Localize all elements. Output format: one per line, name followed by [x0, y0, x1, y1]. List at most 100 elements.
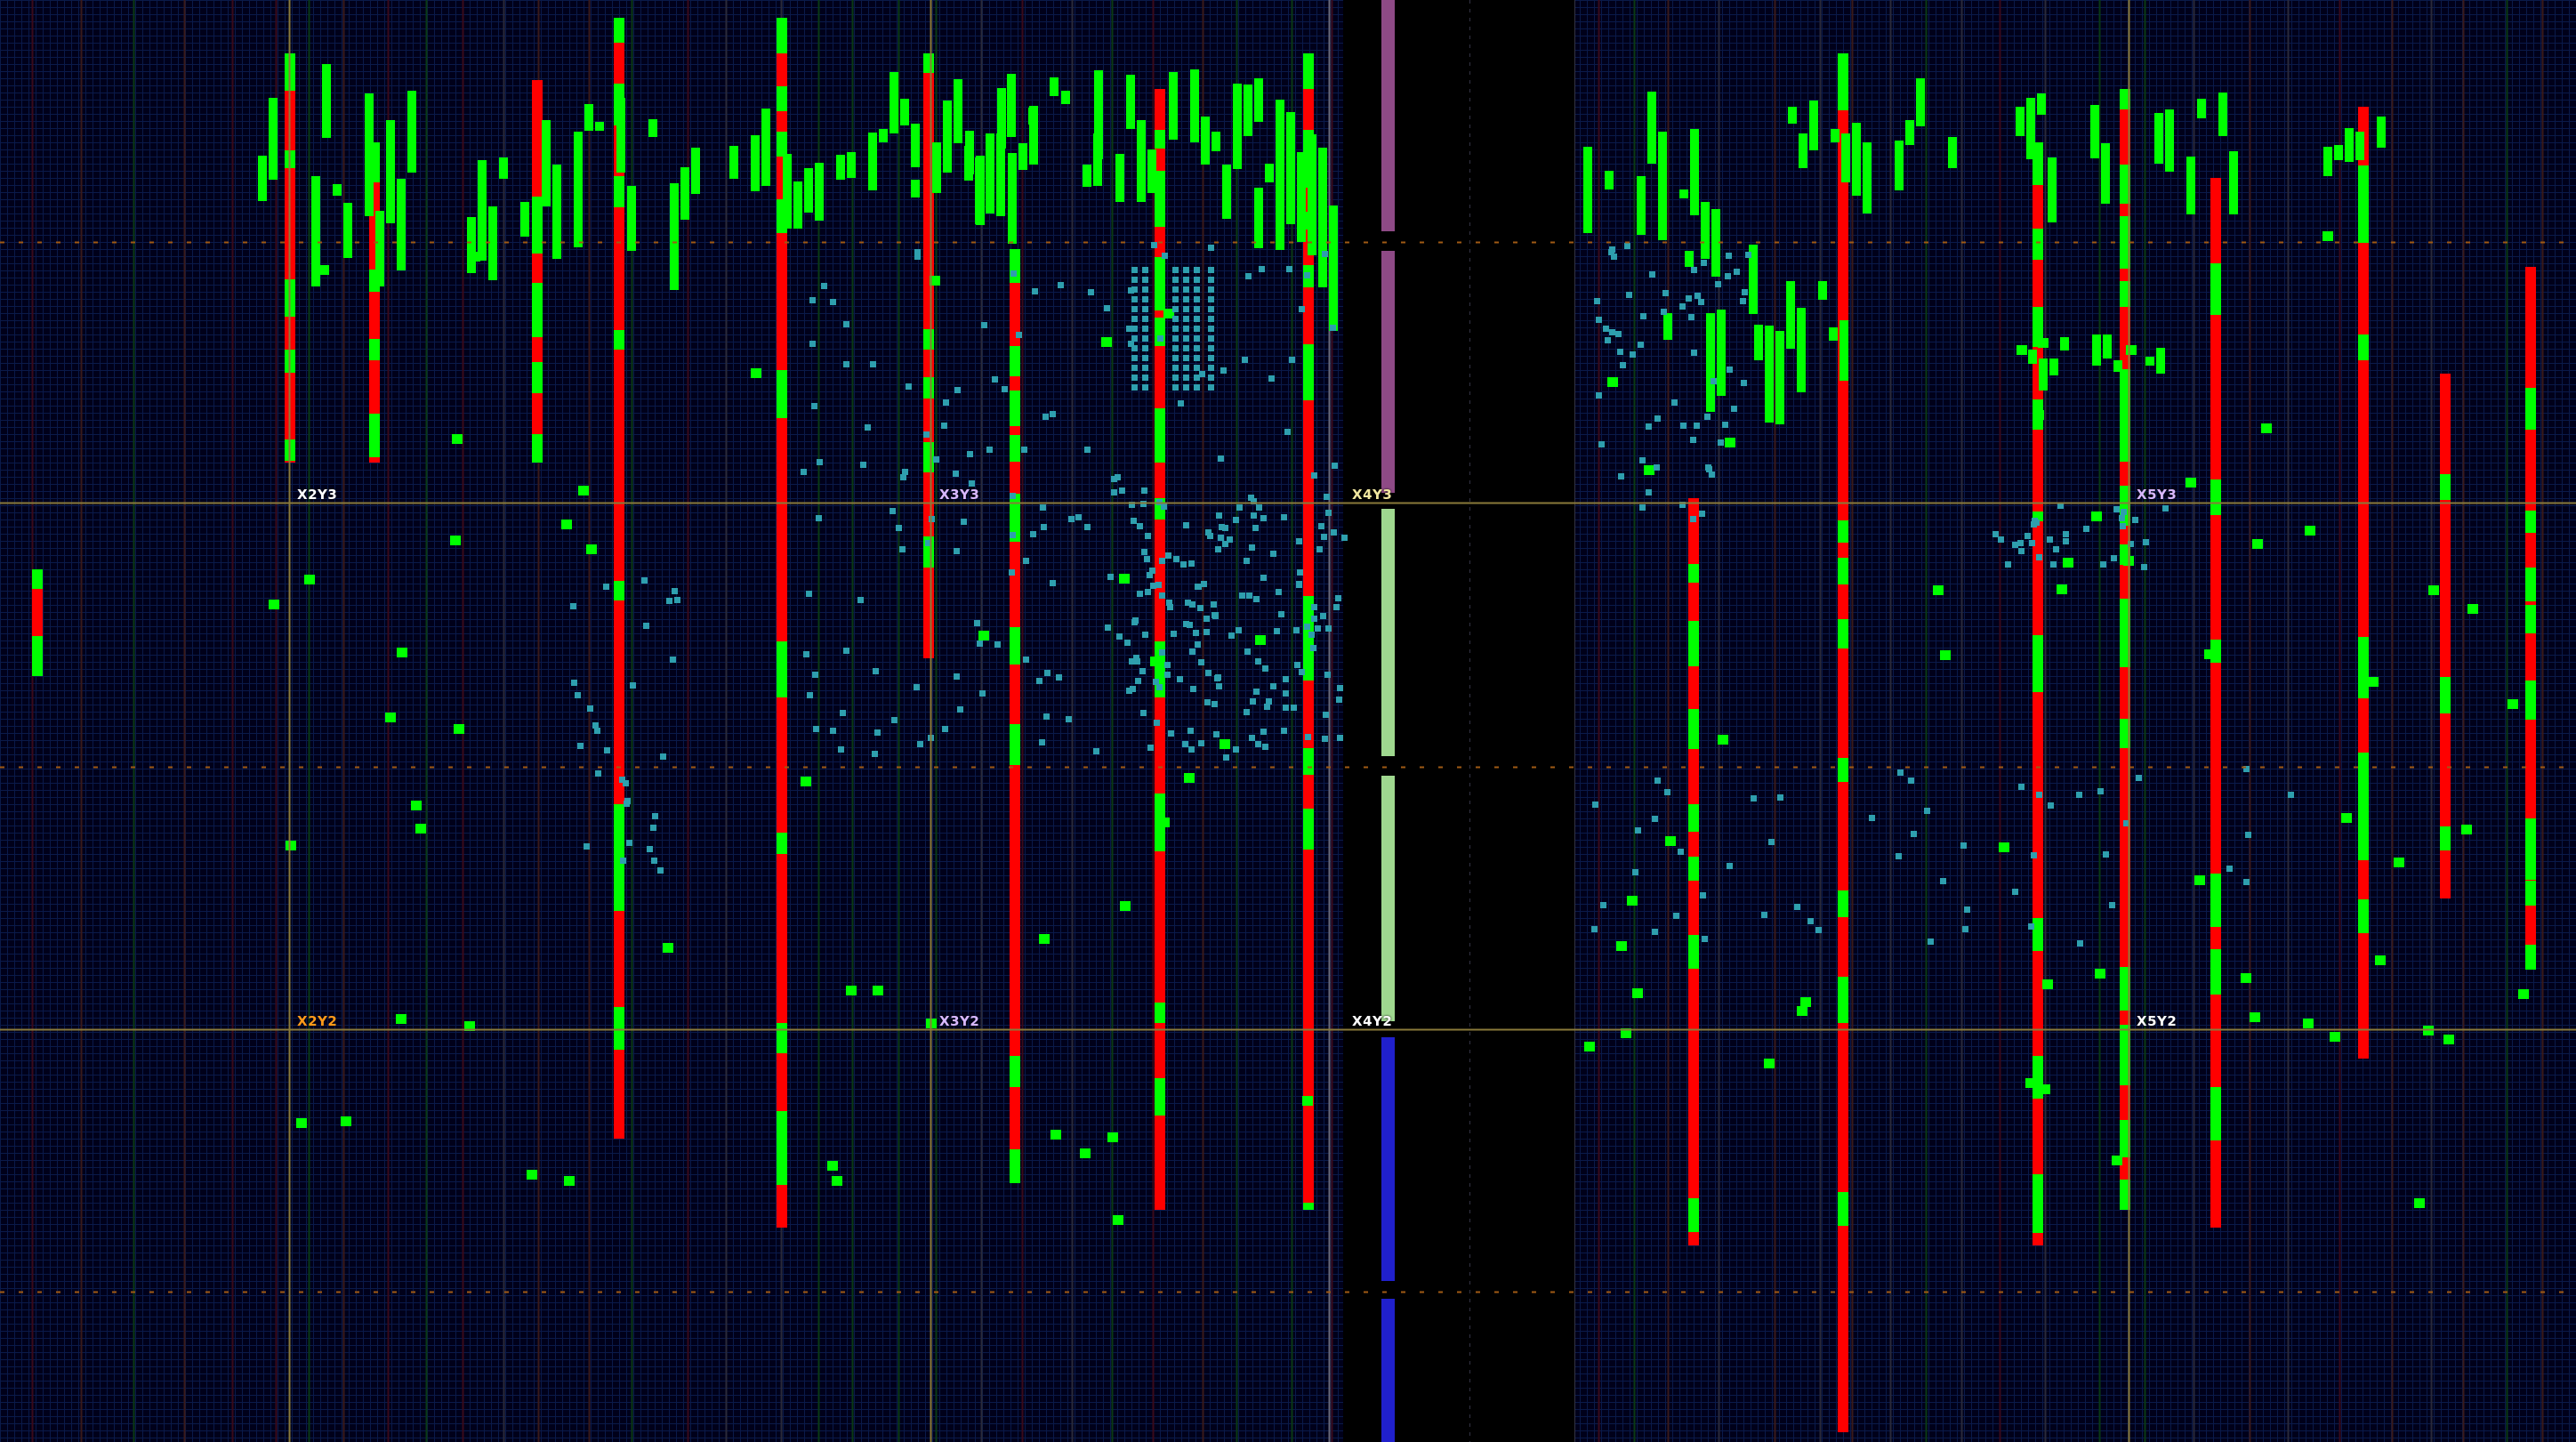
placed-logic-segment	[2440, 826, 2451, 850]
placed-ff-cell	[1084, 447, 1091, 453]
placed-ff-cell	[651, 858, 657, 864]
placed-logic-segment	[777, 833, 787, 854]
placed-ff-cell	[1183, 345, 1189, 351]
placed-ff-cell	[900, 474, 906, 480]
placed-ff-cell	[1270, 551, 1276, 557]
placed-ff-cell	[1195, 584, 1202, 590]
placed-logic-block	[2229, 151, 2238, 214]
placed-logic-segment	[777, 1023, 787, 1053]
placed-ff-cell	[1638, 342, 1644, 348]
placed-logic-block	[2101, 143, 2110, 204]
placed-logic-block	[1658, 132, 1667, 240]
placed-ff-cell	[1924, 808, 1930, 814]
placed-ff-cell	[577, 743, 584, 749]
placed-ff-cell	[1245, 273, 1252, 279]
placed-logic-cell	[2508, 699, 2518, 709]
placed-logic-block	[627, 186, 636, 251]
placed-ff-cell	[1654, 777, 1661, 784]
placed-ff-cell	[874, 729, 881, 736]
placed-ff-cell	[2076, 792, 2082, 798]
placed-ff-cell	[2120, 523, 2126, 529]
placed-ff-cell	[1725, 273, 1731, 279]
placed-logic-block	[1222, 165, 1231, 219]
placed-ff-cell	[1131, 518, 1137, 524]
placed-ff-cell	[954, 387, 961, 393]
placed-logic-cell	[2428, 585, 2439, 595]
placed-ff-cell	[1705, 464, 1711, 471]
placed-ff-cell	[1255, 658, 1261, 665]
placed-logic-cell	[1184, 773, 1195, 783]
placed-ff-cell	[1141, 549, 1147, 555]
placed-ff-cell	[1998, 536, 2004, 543]
placed-ff-cell	[1649, 271, 1655, 278]
placed-ff-cell	[1183, 267, 1189, 273]
placed-logic-segment	[2440, 677, 2451, 713]
placed-ff-cell	[1141, 487, 1147, 494]
placed-ff-cell	[1283, 705, 1289, 711]
placed-logic-cell	[2305, 526, 2315, 536]
placed-ff-cell	[1208, 326, 1214, 332]
placed-ff-cell	[2141, 564, 2147, 570]
placed-logic-cell	[1051, 1130, 1061, 1140]
placed-ff-cell	[2053, 546, 2059, 552]
placed-ff-cell	[1183, 296, 1189, 302]
placed-ff-cell	[1147, 745, 1154, 751]
placed-ff-cell	[1276, 589, 1282, 595]
placed-logic-block	[976, 156, 985, 225]
placed-logic-block	[520, 202, 529, 237]
placed-ff-cell	[1646, 489, 1652, 495]
placed-logic-block	[2334, 145, 2343, 160]
placed-logic-segment	[32, 569, 43, 589]
placed-ff-cell	[1244, 648, 1251, 655]
fabric-canvas[interactable]	[0, 0, 2576, 1442]
placed-ff-cell	[1731, 406, 1737, 412]
placed-ff-cell	[1198, 740, 1204, 746]
placed-logic-cell	[318, 265, 329, 275]
placed-ff-cell	[1291, 705, 1297, 711]
placed-ff-cell	[594, 728, 600, 734]
placed-ff-cell	[1142, 365, 1148, 371]
placed-ff-cell	[1690, 516, 1696, 522]
placed-logic-block	[1029, 106, 1038, 165]
placed-logic-cell	[832, 1176, 842, 1186]
placed-ff-cell	[1208, 277, 1214, 283]
critical-path-column	[2210, 178, 2221, 1228]
placed-ff-cell	[1194, 365, 1200, 371]
placed-logic-block	[1818, 281, 1827, 300]
placed-ff-cell	[2132, 517, 2138, 523]
placed-ff-cell	[1172, 355, 1179, 361]
placed-ff-cell	[1304, 624, 1310, 630]
placed-ff-cell	[1115, 474, 1121, 480]
placed-ff-cell	[1745, 252, 1751, 258]
placed-ff-cell	[1335, 595, 1341, 601]
placed-ff-cell	[2031, 521, 2037, 528]
placed-ff-cell	[1142, 267, 1148, 273]
placed-logic-cell	[846, 986, 857, 995]
placed-ff-cell	[813, 726, 819, 732]
placed-ff-cell	[1741, 380, 1747, 386]
placed-ff-cell	[1188, 560, 1195, 567]
placed-ff-cell	[1167, 604, 1173, 610]
placed-logic-segment	[532, 362, 543, 393]
placed-logic-block	[1948, 137, 1957, 168]
placed-ff-cell	[902, 469, 908, 475]
placed-logic-cell	[801, 777, 811, 786]
device-view[interactable]: X2Y3 X3Y3 X4Y3 X5Y3 X2Y2 X3Y2 X4Y2 X5Y2	[0, 0, 2576, 1442]
placed-ff-cell	[1142, 335, 1148, 342]
placed-logic-cell	[578, 486, 589, 495]
placed-ff-cell	[2025, 533, 2031, 539]
clock-region-label-x3y2: X3Y2	[939, 1013, 980, 1029]
placed-logic-cell	[2330, 1032, 2340, 1042]
placed-ff-cell	[872, 751, 878, 757]
placed-logic-cell	[1119, 574, 1130, 584]
io-bank-blue	[1381, 1037, 1395, 1281]
placed-ff-cell	[914, 249, 921, 255]
placed-ff-cell	[1194, 277, 1200, 283]
placed-logic-cell	[385, 713, 396, 722]
placed-logic-cell	[2112, 1156, 2122, 1165]
placed-logic-block	[804, 168, 813, 213]
placed-ff-cell	[1227, 536, 1233, 543]
placed-ff-cell	[603, 584, 609, 590]
placed-logic-segment	[614, 581, 624, 600]
placed-logic-block	[2060, 337, 2069, 350]
